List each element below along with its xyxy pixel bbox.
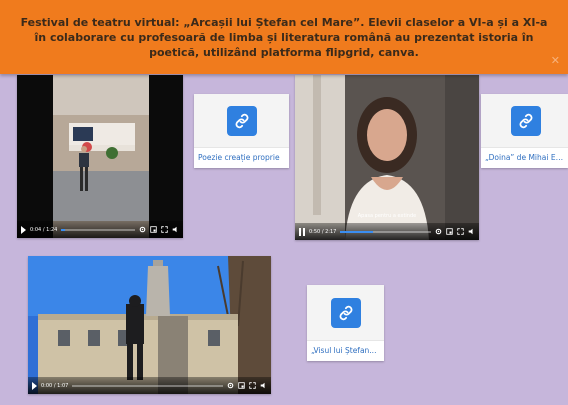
- pip-icon[interactable]: [238, 382, 245, 389]
- video-time-3: 0:00 / 1:07: [41, 382, 69, 389]
- video-time-2: 0:50 / 2:17: [309, 228, 337, 235]
- video-progress-2[interactable]: [340, 230, 431, 233]
- pause-icon[interactable]: [299, 227, 305, 236]
- link-label-visul[interactable]: „Visul lui Ștefan...: [307, 340, 384, 361]
- link-button[interactable]: [511, 106, 541, 136]
- video-time-1: 0:04 / 1:24: [30, 226, 58, 233]
- video-progress-1[interactable]: [61, 228, 135, 231]
- play-icon[interactable]: [21, 225, 26, 234]
- fullscreen-icon[interactable]: [457, 228, 464, 235]
- volume-icon[interactable]: [172, 226, 179, 233]
- volume-icon[interactable]: [468, 228, 475, 235]
- padlet-board: 0:04 / 1:24 Poezie creație proprie Apasa…: [0, 0, 568, 405]
- video-thumbnail-1: [17, 75, 183, 238]
- gear-icon[interactable]: [139, 226, 146, 233]
- video-controls-2: 0:50 / 2:17: [295, 223, 479, 240]
- link-icon: [339, 305, 353, 321]
- volume-icon[interactable]: [260, 382, 267, 389]
- link-icon: [235, 113, 249, 129]
- link-label-doina[interactable]: „Doina” de Mihai Em...: [481, 147, 568, 168]
- video-caption-2: Apasa pentru a extinde: [357, 213, 417, 219]
- link-card-doina[interactable]: „Doina” de Mihai Em...: [481, 94, 568, 168]
- pip-icon[interactable]: [150, 226, 157, 233]
- video-controls-3: 0:00 / 1:07: [28, 377, 271, 394]
- link-label-poezie[interactable]: Poezie creație proprie: [194, 147, 289, 168]
- fullscreen-icon[interactable]: [249, 382, 256, 389]
- fullscreen-icon[interactable]: [161, 226, 168, 233]
- video-player-2[interactable]: Apasa pentru a extinde 0:50 / 2:17: [295, 75, 479, 240]
- page-title: Festival de teatru virtual: „Arcașii lui…: [20, 15, 548, 59]
- close-icon[interactable]: ✕: [551, 54, 560, 67]
- gear-icon[interactable]: [435, 228, 442, 235]
- gear-icon[interactable]: [227, 382, 234, 389]
- video-progress-3[interactable]: [72, 384, 223, 387]
- video-controls-1: 0:04 / 1:24: [17, 221, 183, 238]
- link-card-poezie[interactable]: Poezie creație proprie: [194, 94, 289, 168]
- play-icon[interactable]: [32, 381, 37, 390]
- video-player-1[interactable]: 0:04 / 1:24: [17, 75, 183, 238]
- link-button[interactable]: [227, 106, 257, 136]
- video-player-3[interactable]: 0:00 / 1:07: [28, 256, 271, 394]
- header-banner: Festival de teatru virtual: „Arcașii lui…: [0, 0, 568, 74]
- video-thumbnail-3: [28, 256, 271, 394]
- link-card-visul[interactable]: „Visul lui Ștefan...: [307, 285, 384, 361]
- link-icon: [519, 113, 533, 129]
- pip-icon[interactable]: [446, 228, 453, 235]
- link-button[interactable]: [331, 298, 361, 328]
